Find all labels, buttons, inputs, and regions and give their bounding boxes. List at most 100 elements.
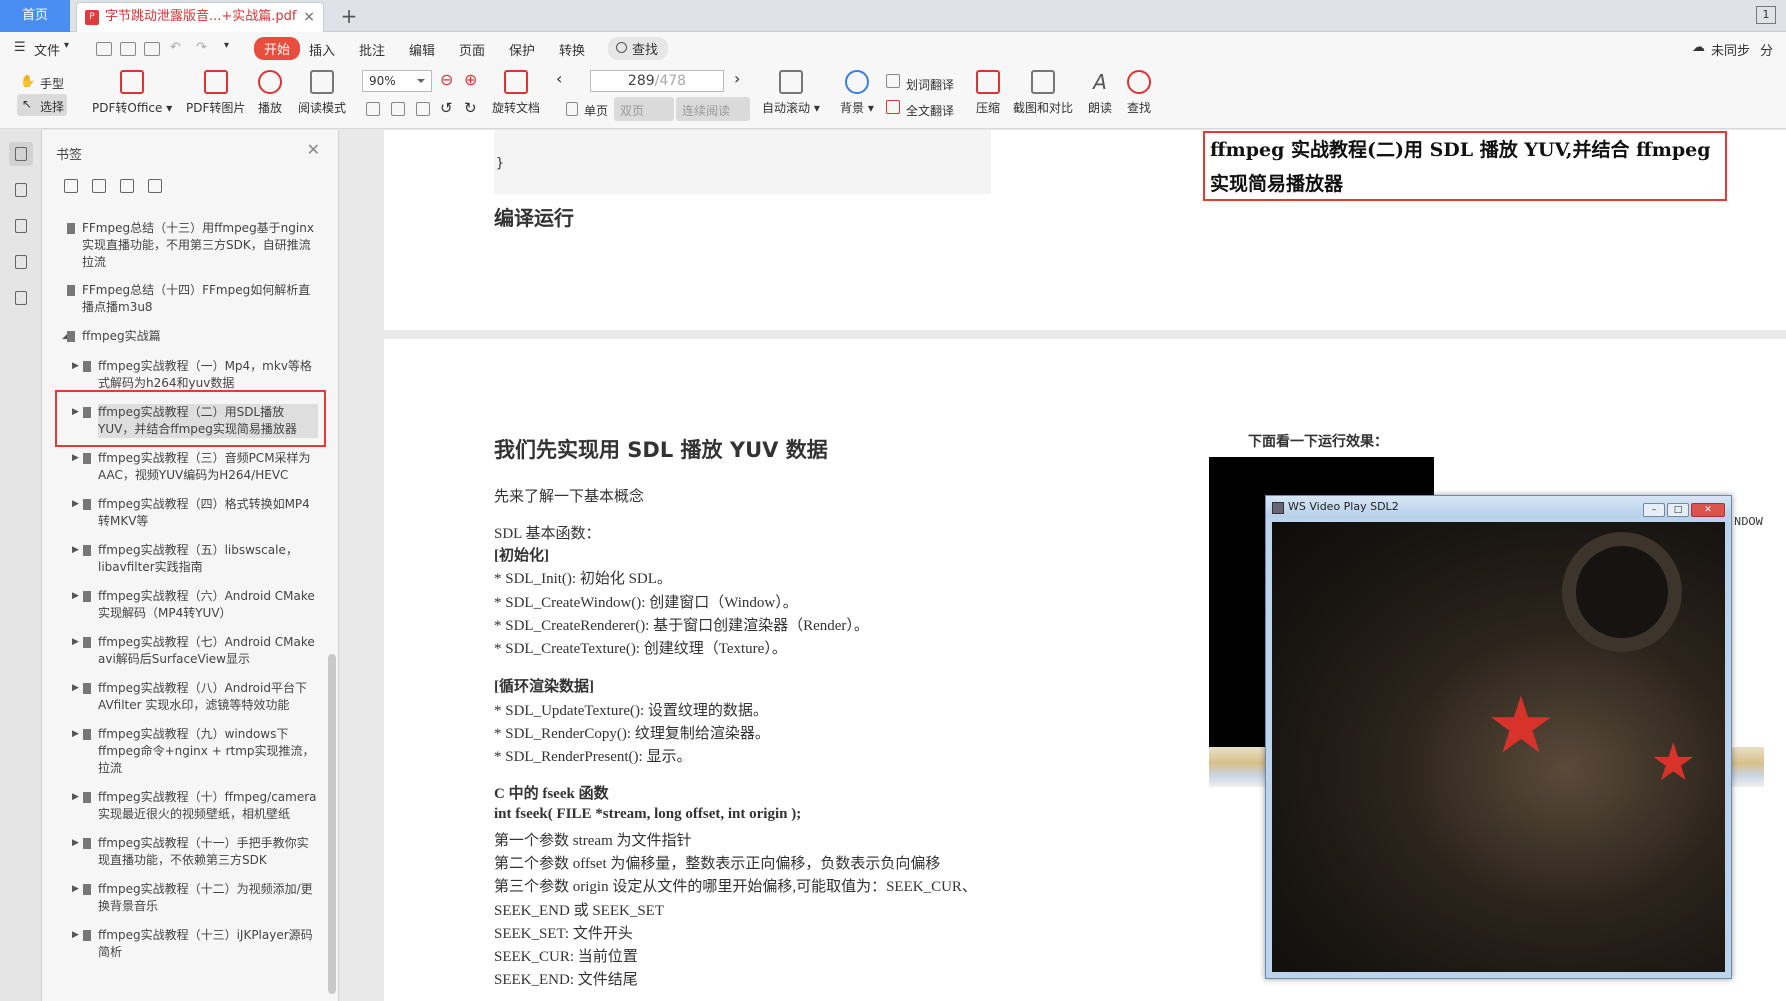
hamburger-menu-icon[interactable]: ☰ (14, 40, 26, 55)
zoom-out-icon[interactable]: ⊖ (440, 70, 453, 89)
bookmark-item[interactable]: ▶ ffmpeg实战教程（三）音频PCM采样为AAC，视频YUV编码为H264/H… (72, 450, 318, 484)
fit-width-icon[interactable] (416, 102, 430, 116)
menu-edit[interactable]: 编辑 (409, 40, 435, 59)
print-icon[interactable] (144, 42, 160, 56)
next-page-icon[interactable]: › (734, 69, 740, 88)
share-button[interactable]: 分 (1760, 40, 1773, 59)
close-tab-icon[interactable]: × (303, 3, 315, 31)
rotate-document-button[interactable]: 旋转文档 (492, 70, 540, 116)
minimize-icon[interactable]: – (1643, 503, 1665, 517)
expand-arrow-icon[interactable]: ▶ (72, 680, 79, 697)
read-mode-button[interactable]: 阅读模式 (298, 70, 346, 116)
menu-start[interactable]: 开始 (254, 37, 301, 60)
rotate-left-icon[interactable]: ↺ (440, 99, 453, 117)
auto-scroll-icon (778, 70, 803, 94)
tab-home[interactable]: 首页 (0, 0, 70, 32)
expand-arrow-icon[interactable]: ▶ (72, 634, 79, 651)
find-button[interactable]: 查找 (1127, 70, 1151, 116)
more-chevron-icon[interactable]: ▾ (224, 40, 229, 51)
bookmark-panel-button[interactable] (9, 142, 33, 166)
word-translate-label[interactable]: 划词翻译 (906, 76, 954, 93)
thumbnail-panel-button[interactable] (9, 178, 33, 202)
hand-tool-label[interactable]: 手型 (40, 75, 64, 92)
close-panel-icon[interactable]: ✕ (307, 140, 320, 159)
bookmark-item[interactable]: ▶ ffmpeg实战教程（五）libswscale，libavfilter实践指南 (72, 542, 318, 576)
bookmark-item[interactable]: FFmpeg总结（十三）用ffmpeg基于nginx实现直播功能，不用第三方SD… (67, 220, 317, 271)
bookmark-item[interactable]: ▶ ffmpeg实战教程（十）ffmpeg/camera实现最近很火的视频壁纸，相… (72, 789, 318, 823)
signature-panel-button[interactable] (9, 286, 33, 310)
bookmark-item[interactable]: ▶ ffmpeg实战教程（八）Android平台下AVfilter 实现水印，滤镜… (72, 680, 318, 714)
bookmark-item[interactable]: ▶ ffmpeg实战教程（九）windows下ffmpeg命令+nginx + r… (72, 726, 318, 777)
add-bookmark-icon[interactable] (120, 179, 134, 193)
expand-arrow-icon[interactable]: ▶ (72, 450, 79, 467)
collapse-all-icon[interactable] (92, 179, 106, 193)
menu-insert[interactable]: 插入 (309, 40, 335, 59)
full-translate-label[interactable]: 全文翻译 (906, 102, 954, 119)
background-button[interactable]: 背景 ▾ (840, 70, 874, 116)
close-icon[interactable]: ✕ (1691, 503, 1725, 517)
word-translate-icon[interactable] (886, 74, 900, 88)
open-folder-icon[interactable] (96, 42, 112, 56)
bookmark-item[interactable]: ▶ ffmpeg实战教程（四）格式转换如MP4转MKV等 (72, 496, 318, 530)
full-translate-icon[interactable] (886, 100, 900, 114)
redo-icon[interactable]: ↷ (196, 40, 207, 55)
expand-arrow-icon[interactable]: ▶ (72, 726, 79, 743)
play-button[interactable]: 播放 (258, 70, 282, 116)
bookmark-outline-icon[interactable] (148, 179, 162, 193)
zoom-in-icon[interactable]: ⊕ (464, 70, 477, 89)
expand-arrow-icon[interactable]: ▶ (72, 881, 79, 898)
expand-arrow-icon[interactable]: ▶ (72, 358, 79, 375)
zoom-select[interactable]: 90% (362, 70, 432, 92)
page-number-input[interactable]: 289/478 (590, 70, 724, 92)
attachment-panel-button[interactable] (9, 250, 33, 274)
expand-arrow-icon[interactable]: ▶ (72, 496, 79, 513)
sdl-player-window[interactable]: WS Video Play SDL2 – □ ✕ ★ ★ (1265, 495, 1732, 979)
cloud-icon[interactable]: ☁ (1692, 40, 1705, 55)
pdf-to-office-button[interactable]: PDF转Office ▾ (92, 70, 172, 116)
bookmark-group[interactable]: ◢ ffmpeg实战篇 (62, 328, 317, 345)
auto-scroll-button[interactable]: 自动滚动 ▾ (762, 70, 820, 116)
expand-arrow-icon[interactable]: ▶ (72, 927, 79, 944)
bookmark-item[interactable]: FFmpeg总结（十四）FFmpeg如何解析直播点播m3u8 (67, 282, 317, 316)
hand-icon[interactable]: ✋ (20, 74, 35, 88)
chevron-down-icon[interactable]: ▾ (64, 40, 69, 51)
compress-button[interactable]: 压缩 (976, 70, 1000, 116)
menu-search[interactable]: 查找 (608, 37, 669, 60)
expand-arrow-icon[interactable]: ▶ (72, 835, 79, 852)
paperclip-icon (15, 255, 27, 269)
menu-file[interactable]: 文件 (34, 40, 60, 59)
actual-size-icon[interactable] (366, 102, 380, 116)
bookmark-item[interactable]: ▶ ffmpeg实战教程（十二）为视频添加/更换背景音乐 (72, 881, 318, 915)
prev-page-icon[interactable]: ‹ (556, 69, 562, 88)
unsynced-status[interactable]: 未同步 (1711, 40, 1750, 59)
menu-protect[interactable]: 保护 (509, 40, 535, 59)
bookmark-item[interactable]: ▶ ffmpeg实战教程（十三）iJKPlayer源码简析 (72, 927, 318, 961)
fit-page-icon[interactable] (391, 102, 405, 116)
window-layout-icon[interactable]: 1 (1756, 6, 1776, 24)
pdf-to-image-button[interactable]: PDF转图片 (186, 70, 245, 116)
read-aloud-button[interactable]: A 朗读 (1088, 70, 1112, 116)
expand-all-icon[interactable] (64, 179, 78, 193)
rotate-right-icon[interactable]: ↻ (464, 99, 477, 117)
bookmark-item[interactable]: ▶ ffmpeg实战教程（十一）手把手教你实现直播功能，不依赖第三方SDK (72, 835, 318, 869)
single-page-icon[interactable] (566, 102, 578, 116)
screenshot-compare-button[interactable]: 截图和对比 (1013, 70, 1073, 116)
new-tab-button[interactable]: + (336, 2, 362, 30)
bookmark-item[interactable]: ▶ ffmpeg实战教程（七）Android CMake avi解码后Surfac… (72, 634, 318, 668)
single-page-label[interactable]: 单页 (584, 102, 608, 119)
menu-convert[interactable]: 转换 (559, 40, 585, 59)
expand-arrow-icon[interactable]: ▶ (72, 542, 79, 559)
bookmark-item[interactable]: ▶ ffmpeg实战教程（六）Android CMake实现解码（MP4转YUV） (72, 588, 318, 622)
expand-arrow-icon[interactable]: ▶ (72, 588, 79, 605)
save-icon[interactable] (120, 42, 136, 56)
tab-document[interactable]: P 字节跳动泄露版音...+实战篇.pdf × (76, 2, 324, 32)
undo-icon[interactable]: ↶ (170, 40, 181, 55)
maximize-icon[interactable]: □ (1667, 503, 1689, 517)
menu-page[interactable]: 页面 (459, 40, 485, 59)
panel-scrollbar[interactable] (328, 654, 336, 994)
menu-annotate[interactable]: 批注 (359, 40, 385, 59)
bookmark-item[interactable]: ▶ ffmpeg实战教程（一）Mp4，mkv等格式解码为h264和yuv数据 (72, 358, 318, 392)
expand-arrow-icon[interactable]: ▶ (72, 789, 79, 806)
red-star-shape: ★ (1486, 681, 1556, 771)
comment-panel-button[interactable] (9, 214, 33, 238)
